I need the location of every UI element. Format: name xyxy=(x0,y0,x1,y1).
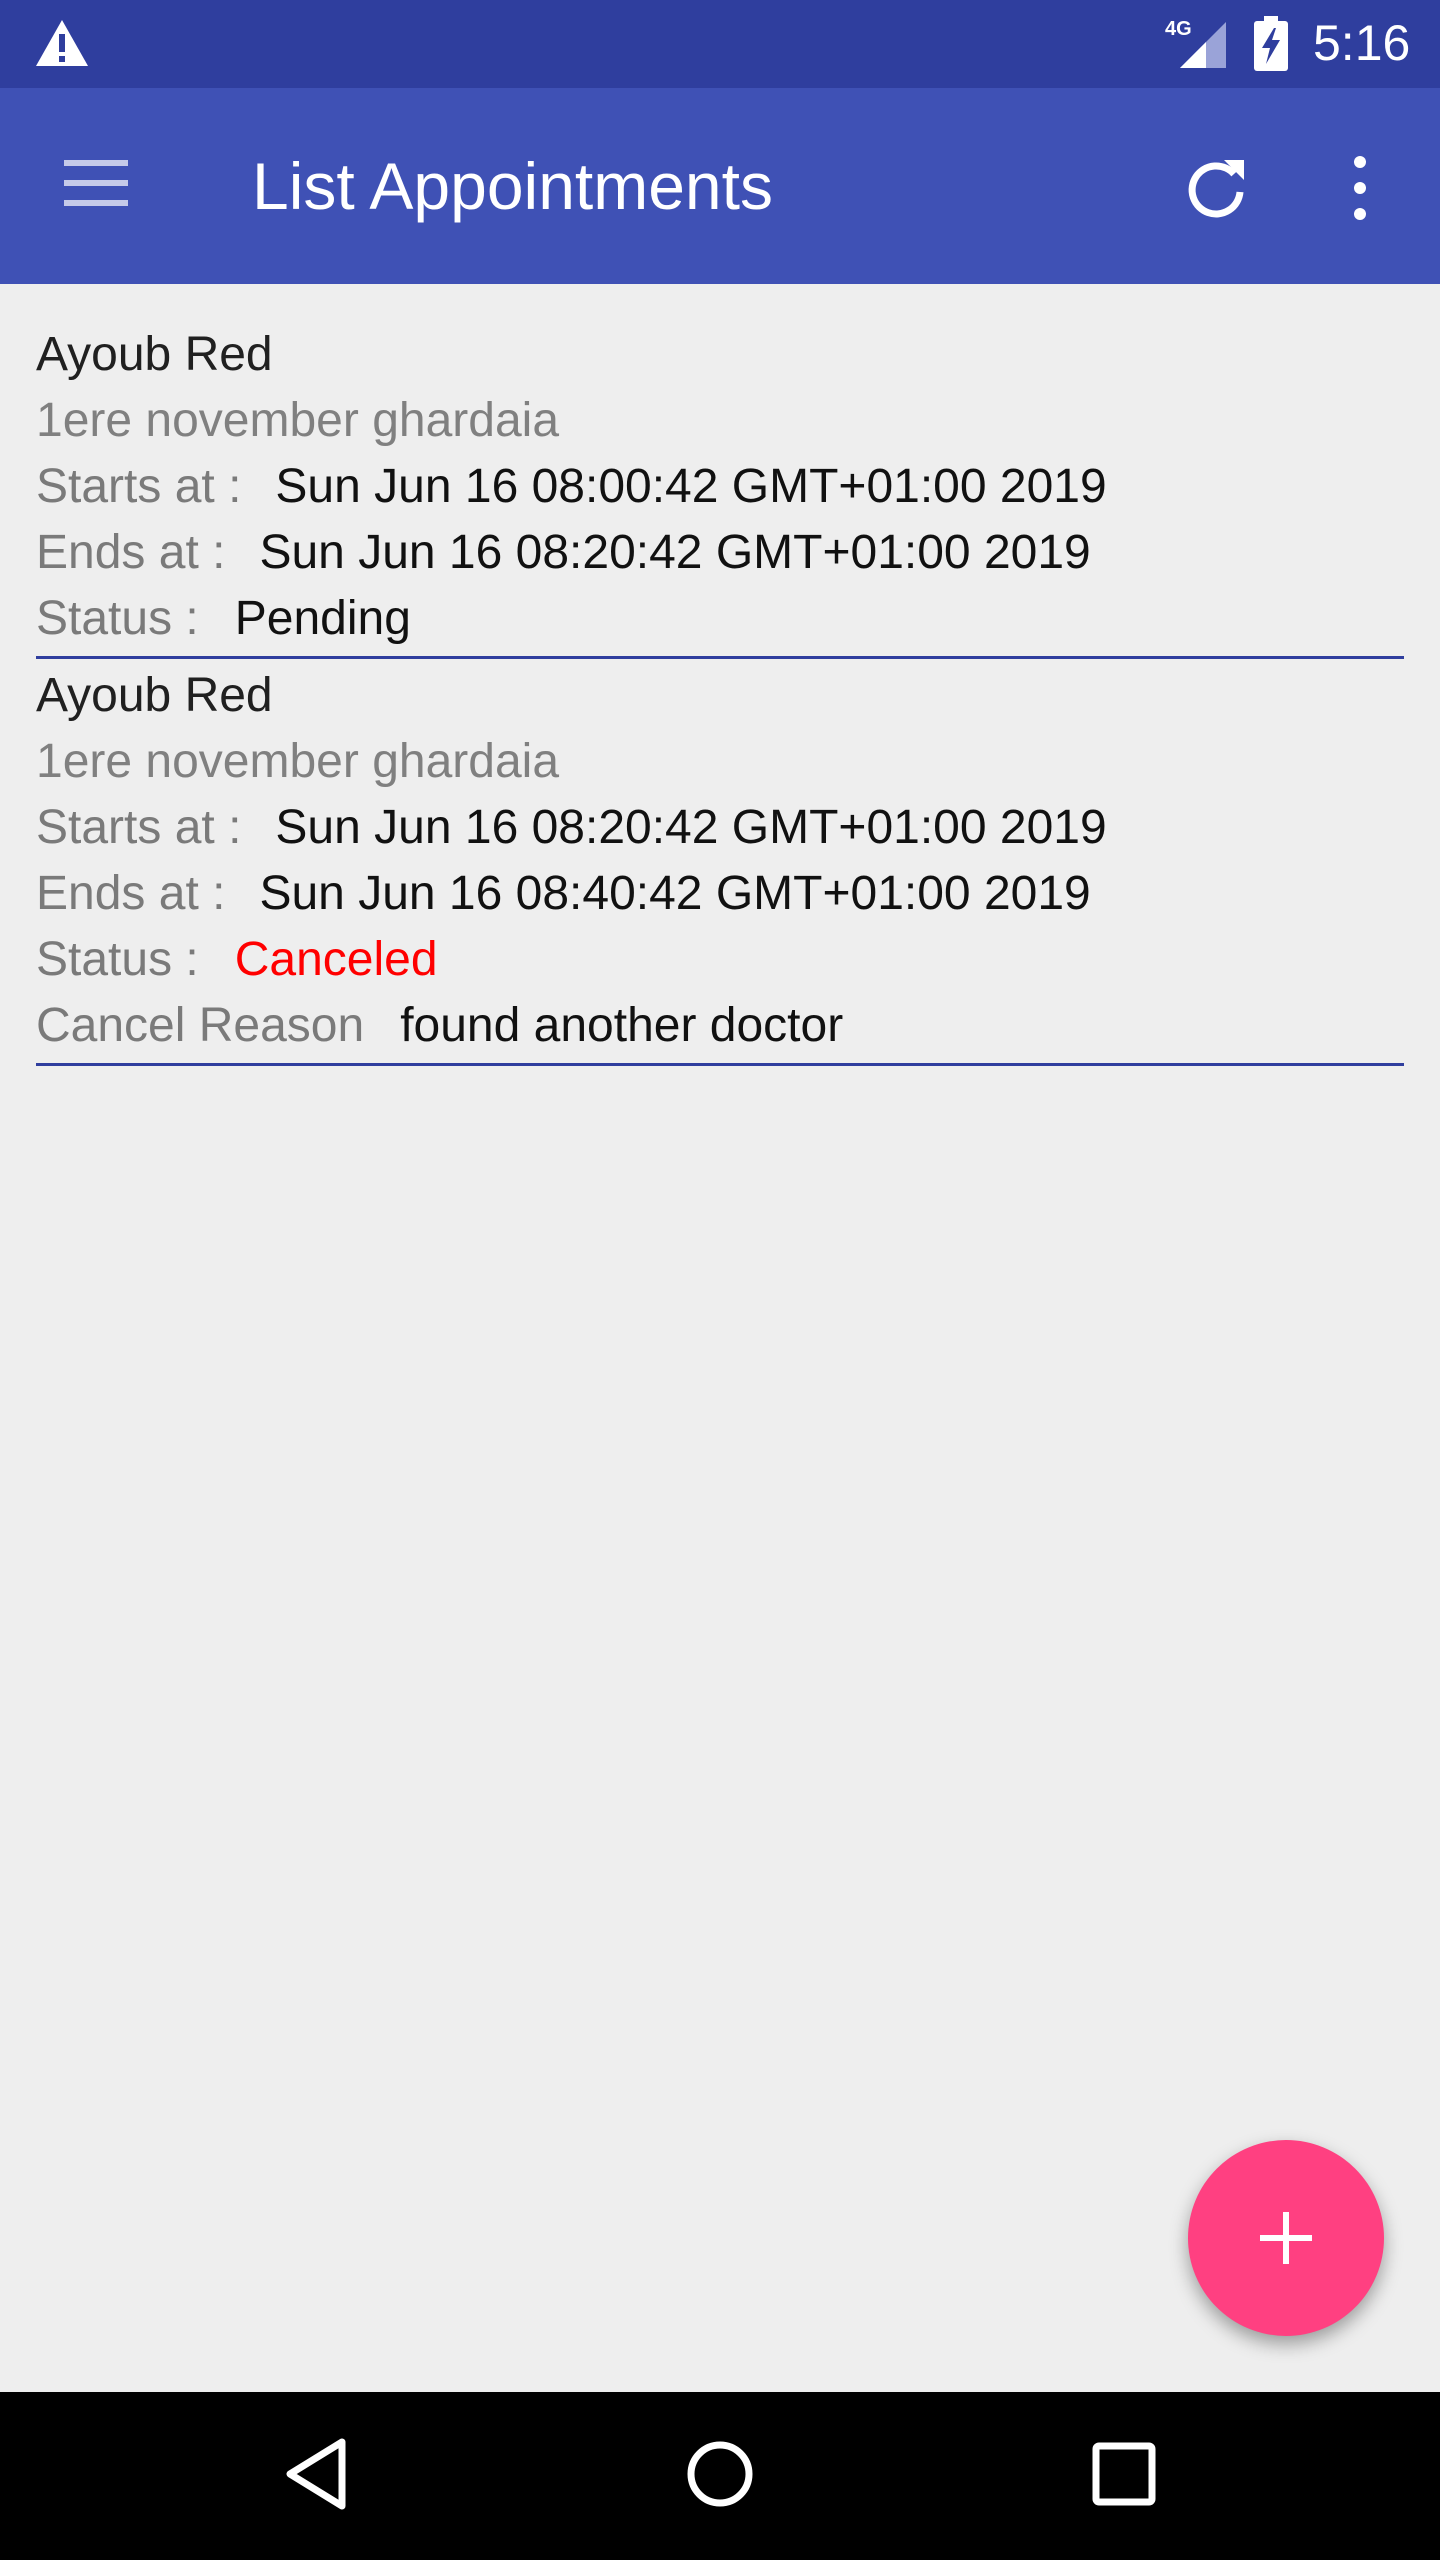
status-row: Status : Canceled xyxy=(36,927,1404,993)
status-bar: 4G 5:16 xyxy=(0,0,1440,88)
starts-row: Starts at : Sun Jun 16 08:20:42 GMT+01:00… xyxy=(36,795,1404,861)
status-value: Pending xyxy=(234,592,411,645)
appointment-list: Ayoub Red 1ere november ghardaia Starts … xyxy=(36,284,1404,1066)
ends-label: Ends at : xyxy=(36,867,226,920)
refresh-icon[interactable] xyxy=(1180,152,1252,224)
ends-row: Ends at : Sun Jun 16 08:40:42 GMT+01:00 2… xyxy=(36,861,1404,927)
home-icon[interactable] xyxy=(680,2434,760,2514)
add-appointment-button[interactable] xyxy=(1188,2140,1384,2336)
status-label: Status : xyxy=(36,592,199,645)
recents-icon[interactable] xyxy=(1086,2436,1162,2512)
page-title: List Appointments xyxy=(252,149,773,223)
appointment-item[interactable]: Ayoub Red 1ere november ghardaia Starts … xyxy=(36,659,1404,1066)
status-row: Status : Pending xyxy=(36,586,1404,652)
cancel-reason-value: found another doctor xyxy=(400,999,844,1052)
menu-icon[interactable] xyxy=(56,148,136,218)
ends-value: Sun Jun 16 08:20:42 GMT+01:00 2019 xyxy=(259,526,1091,579)
appointment-address: 1ere november ghardaia xyxy=(36,394,560,447)
clock: 5:16 xyxy=(1313,15,1411,71)
ends-value: Sun Jun 16 08:40:42 GMT+01:00 2019 xyxy=(259,867,1091,920)
appointment-item[interactable]: Ayoub Red 1ere november ghardaia Starts … xyxy=(36,284,1404,659)
starts-label: Starts at : xyxy=(36,460,242,513)
ends-label: Ends at : xyxy=(36,526,226,579)
cancel-reason-row: Cancel Reason found another doctor xyxy=(36,993,1404,1059)
signal-icon xyxy=(1180,22,1226,68)
warning-icon xyxy=(36,20,88,66)
patient-name: Ayoub Red xyxy=(36,669,273,722)
more-vert-icon[interactable] xyxy=(1340,152,1380,224)
patient-name: Ayoub Red xyxy=(36,328,273,381)
appointment-address: 1ere november ghardaia xyxy=(36,735,560,788)
battery-charging-icon xyxy=(1254,16,1288,71)
back-icon[interactable] xyxy=(280,2434,352,2514)
status-value: Canceled xyxy=(234,933,438,986)
starts-label: Starts at : xyxy=(36,801,242,854)
plus-icon xyxy=(1260,2212,1312,2264)
app-bar: List Appointments xyxy=(0,88,1440,284)
cancel-reason-label: Cancel Reason xyxy=(36,999,365,1052)
navigation-bar xyxy=(0,2392,1440,2560)
starts-value: Sun Jun 16 08:20:42 GMT+01:00 2019 xyxy=(275,801,1107,854)
status-label: Status : xyxy=(36,933,199,986)
starts-value: Sun Jun 16 08:00:42 GMT+01:00 2019 xyxy=(275,460,1107,513)
starts-row: Starts at : Sun Jun 16 08:00:42 GMT+01:00… xyxy=(36,454,1404,520)
ends-row: Ends at : Sun Jun 16 08:20:42 GMT+01:00 2… xyxy=(36,520,1404,586)
